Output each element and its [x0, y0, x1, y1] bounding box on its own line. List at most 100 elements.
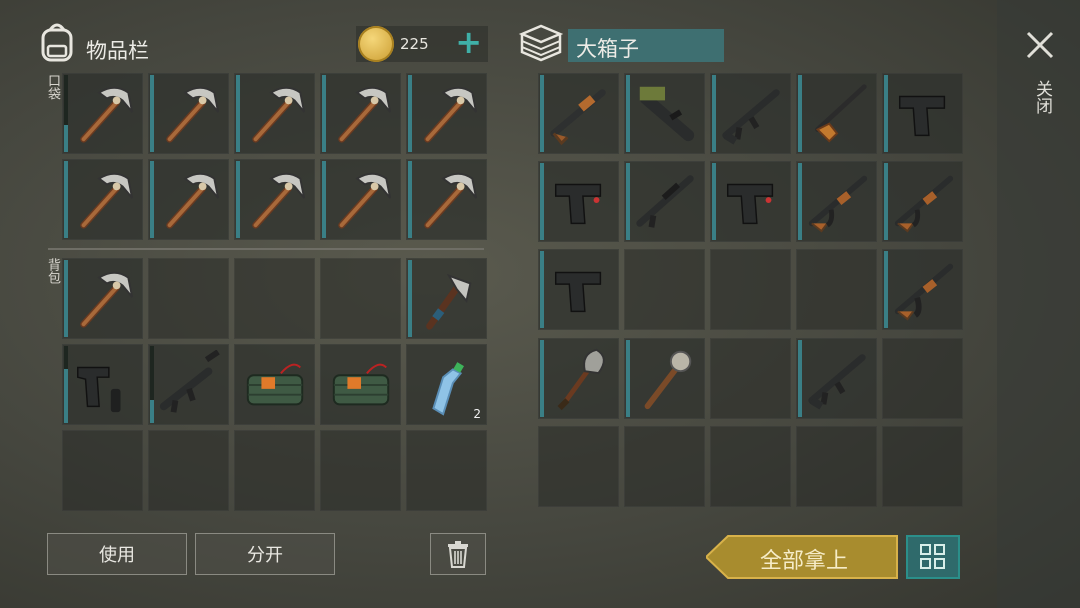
- durability-bar: [64, 75, 68, 152]
- box-icon: [518, 22, 564, 64]
- box-slot[interactable]: [624, 249, 705, 331]
- close-label[interactable]: 关闭: [1030, 80, 1055, 114]
- pocket-label: 口袋: [45, 74, 60, 100]
- backpack-slot[interactable]: 2: [406, 344, 487, 425]
- durability-bar: [626, 163, 630, 241]
- durability-bar: [798, 339, 802, 417]
- backpack-slot[interactable]: [62, 344, 143, 425]
- durability-bar: [408, 161, 412, 238]
- pocket-slot[interactable]: [148, 73, 229, 154]
- coin-counter: 225 +: [356, 24, 488, 62]
- durability-bar: [712, 163, 716, 241]
- box-slot[interactable]: [882, 249, 963, 331]
- backpack-slot[interactable]: [148, 344, 229, 425]
- box-grid: [538, 73, 963, 509]
- backpack-label: 背包: [45, 258, 60, 284]
- backpack-slot[interactable]: [320, 344, 401, 425]
- backpack-slot[interactable]: [62, 430, 143, 511]
- backpack-slot[interactable]: [234, 344, 315, 425]
- pocket-slot[interactable]: [406, 73, 487, 154]
- grid-icon: [920, 544, 945, 569]
- coin-icon: [358, 26, 394, 62]
- backpack-slot[interactable]: [148, 430, 229, 511]
- box-slot[interactable]: [796, 161, 877, 243]
- use-button[interactable]: 使用: [47, 533, 187, 575]
- durability-bar: [884, 75, 888, 152]
- box-slot[interactable]: [710, 337, 791, 419]
- pocket-slot[interactable]: [320, 159, 401, 240]
- close-icon[interactable]: [1024, 29, 1056, 61]
- durability-bar: [64, 260, 68, 337]
- durability-bar: [150, 346, 154, 423]
- pocket-slot[interactable]: [234, 159, 315, 240]
- inventory-title: 物品栏: [86, 39, 149, 63]
- box-slot[interactable]: [538, 337, 619, 419]
- box-title: 大箱子: [576, 37, 639, 61]
- backpack-slot[interactable]: [320, 430, 401, 511]
- box-slot[interactable]: [624, 425, 705, 507]
- box-slot[interactable]: [882, 161, 963, 243]
- durability-bar: [884, 251, 888, 329]
- durability-bar: [150, 75, 154, 152]
- pocket-slot[interactable]: [148, 159, 229, 240]
- backpack-slot[interactable]: [148, 258, 229, 339]
- box-title-bar: 大箱子: [568, 29, 724, 62]
- durability-bar: [150, 161, 154, 238]
- backpack-icon: [38, 22, 76, 62]
- pocket-slot[interactable]: [62, 159, 143, 240]
- box-slot[interactable]: [538, 73, 619, 154]
- box-slot[interactable]: [710, 425, 791, 507]
- sort-button[interactable]: [906, 535, 960, 579]
- box-slot[interactable]: [624, 337, 705, 419]
- pocket-divider: [48, 248, 484, 250]
- durability-bar: [540, 163, 544, 241]
- add-coins-button[interactable]: +: [455, 24, 482, 60]
- box-slot[interactable]: [710, 73, 791, 154]
- durability-bar: [408, 260, 412, 337]
- split-button[interactable]: 分开: [195, 533, 335, 575]
- durability-bar: [626, 339, 630, 417]
- durability-bar: [884, 163, 888, 241]
- backpack-slot[interactable]: [234, 430, 315, 511]
- box-slot[interactable]: [538, 161, 619, 243]
- box-slot[interactable]: [796, 73, 877, 154]
- box-slot[interactable]: [624, 73, 705, 154]
- box-slot[interactable]: [710, 249, 791, 331]
- durability-bar: [64, 161, 68, 238]
- pocket-slot[interactable]: [406, 159, 487, 240]
- durability-bar: [322, 161, 326, 238]
- box-slot[interactable]: [624, 161, 705, 243]
- box-slot[interactable]: [538, 249, 619, 331]
- durability-bar: [798, 75, 802, 152]
- durability-bar: [712, 75, 716, 152]
- durability-bar: [64, 346, 68, 423]
- backpack-slot[interactable]: [406, 430, 487, 511]
- durability-bar: [540, 339, 544, 417]
- trash-button[interactable]: [430, 533, 486, 575]
- box-slot[interactable]: [538, 425, 619, 507]
- box-slot[interactable]: [882, 337, 963, 419]
- durability-bar: [236, 75, 240, 152]
- take-all-label: 全部拿上: [760, 549, 849, 574]
- pocket-slot[interactable]: [62, 73, 143, 154]
- box-slot[interactable]: [796, 425, 877, 507]
- coin-count: 225: [400, 35, 429, 53]
- box-slot[interactable]: [882, 73, 963, 154]
- box-slot[interactable]: [796, 337, 877, 419]
- take-all-button[interactable]: 全部拿上: [706, 535, 898, 579]
- durability-bar: [626, 75, 630, 152]
- pocket-slot[interactable]: [320, 73, 401, 154]
- durability-bar: [236, 161, 240, 238]
- pocket-slot[interactable]: [234, 73, 315, 154]
- box-slot[interactable]: [882, 425, 963, 507]
- durability-bar: [540, 251, 544, 329]
- backpack-slot[interactable]: [406, 258, 487, 339]
- backpack-slot[interactable]: [320, 258, 401, 339]
- durability-bar: [322, 75, 326, 152]
- backpack-slot[interactable]: [62, 258, 143, 339]
- durability-bar: [408, 75, 412, 152]
- box-slot[interactable]: [710, 161, 791, 243]
- backpack-slot[interactable]: [234, 258, 315, 339]
- box-slot[interactable]: [796, 249, 877, 331]
- backpack-grid: 2: [62, 258, 487, 511]
